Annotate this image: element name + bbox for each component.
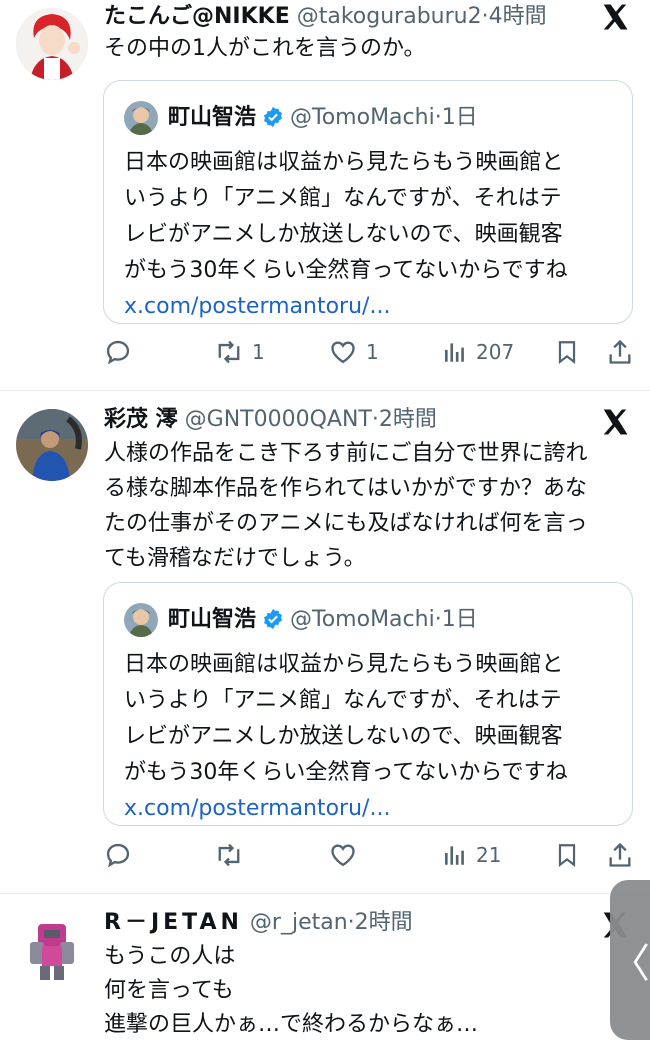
quote-display-name: 町山智浩 <box>168 607 257 632</box>
retweet-icon <box>218 340 240 364</box>
tweet-line: 何を言っても <box>104 978 234 1003</box>
quote-line: レビがアニメしか放送しないので、映画観客 <box>124 222 563 247</box>
separator-dot: · <box>434 607 442 632</box>
quote-text: 日本の映画館は収益から見たらもう映画館と いうより「アニメ館」なんですが、それは… <box>124 647 614 827</box>
quote-avatar <box>124 603 158 637</box>
quote-line: がもう30年くらい全然育ってないからですね <box>124 760 568 785</box>
avatar[interactable] <box>16 8 88 80</box>
avatar-image <box>16 912 88 984</box>
quote-line: 日本の映画館は収益から見たらもう映画館と <box>124 652 564 677</box>
quote-header: 町山智浩 @TomoMachi·1日 <box>168 101 478 135</box>
action-bar: 1 1 207 <box>104 334 634 370</box>
tweet-1[interactable]: たこんご@NIKKE @takoguraburu2·4時間 その中の1人がこれを… <box>0 0 650 388</box>
views-chart-icon <box>445 846 464 865</box>
quote-timestamp: 1日 <box>441 105 478 130</box>
display-name[interactable]: たこんご@NIKKE <box>104 4 290 29</box>
quote-line: いうより「アニメ館」なんですが、それはテ <box>124 186 562 211</box>
quote-avatar <box>124 101 158 135</box>
like-button[interactable] <box>328 837 358 873</box>
retweet-icon <box>218 843 240 867</box>
tweet-header: たこんご@NIKKE @takoguraburu2·4時間 <box>104 0 547 34</box>
tweet-line: 進撃の巨人かぁ…で終わるからなぁ… <box>104 1012 479 1037</box>
quote-text: 日本の映画館は収益から見たらもう映画館と いうより「アニメ館」なんですが、それは… <box>124 145 614 325</box>
user-handle[interactable]: @GNT0000QANT <box>185 407 372 432</box>
share-icon <box>609 339 631 364</box>
tweet-line: る様な脚本作品を作られてはいかがですか？あな <box>104 476 587 501</box>
tweet-line: ても滑稽なだけでしょう。 <box>104 546 366 571</box>
quote-handle: @TomoMachi <box>290 607 435 632</box>
bookmark-icon <box>558 341 576 364</box>
views-chart-icon <box>445 343 464 362</box>
separator-dot: · <box>347 910 355 935</box>
quote-display-name: 町山智浩 <box>168 105 257 130</box>
reply-button[interactable] <box>104 334 132 370</box>
display-name[interactable]: 彩茂 澪 <box>104 407 178 432</box>
bookmark-icon <box>558 844 576 867</box>
views-count: 21 <box>476 843 502 867</box>
quote-header: 町山智浩 @TomoMachi·1日 <box>168 603 478 637</box>
tweet-2[interactable]: 彩茂 澪 @GNT0000QANT·2時間 人様の作品をこき下ろす前にご自分で世… <box>0 391 650 891</box>
quote-avatar-image <box>124 101 158 135</box>
bookmark-button[interactable] <box>554 837 580 873</box>
tweet-text: 人様の作品をこき下ろす前にご自分で世界に誇れ る様な脚本作品を作られてはいかがで… <box>104 436 624 576</box>
separator-dot: · <box>434 105 442 130</box>
tweet-header: R－JETAN @r_jetan·2時間 <box>104 906 413 940</box>
like-button[interactable]: 1 <box>328 334 379 370</box>
tweet-line: もうこの人は <box>104 944 236 969</box>
chevron-left-icon: 〈 <box>610 941 650 987</box>
views-button[interactable]: 207 <box>442 334 514 370</box>
reply-button[interactable] <box>104 837 132 873</box>
quote-timestamp: 1日 <box>441 607 478 632</box>
reply-icon <box>106 340 130 365</box>
heart-icon <box>331 341 355 364</box>
avatar-image <box>16 8 88 80</box>
x-logo-icon[interactable] <box>600 2 630 32</box>
share-button[interactable] <box>606 334 634 370</box>
retweet-button[interactable] <box>214 837 244 873</box>
separator-dot: · <box>371 407 379 432</box>
timestamp[interactable]: 2時間 <box>355 910 413 935</box>
bookmark-button[interactable] <box>554 334 580 370</box>
views-count: 207 <box>476 340 515 364</box>
verified-badge-icon <box>264 106 282 128</box>
avatar[interactable] <box>16 409 88 481</box>
action-bar: 21 <box>104 837 634 873</box>
tweet-text: もうこの人は 何を言っても 進撃の巨人かぁ…で終わるからなぁ… <box>104 940 624 1042</box>
quoted-tweet[interactable]: 町山智浩 @TomoMachi·1日 日本の映画館は収益から見たらもう映画館と い… <box>103 582 633 826</box>
quote-link[interactable]: x.com/postermantoru/... <box>124 791 614 827</box>
verified-badge-icon <box>264 608 282 630</box>
quote-line: レビがアニメしか放送しないので、映画観客 <box>124 724 563 749</box>
tweet-3[interactable]: R－JETAN @r_jetan·2時間 もうこの人は 何を言っても 進撃の巨人… <box>0 894 650 1043</box>
retweet-count: 1 <box>252 340 265 364</box>
share-icon <box>609 842 631 867</box>
tweet-header: 彩茂 澪 @GNT0000QANT·2時間 <box>104 403 437 437</box>
display-name[interactable]: R－JETAN <box>104 910 243 935</box>
views-button[interactable]: 21 <box>442 837 501 873</box>
tweet-line: 人様の作品をこき下ろす前にご自分で世界に誇れ <box>104 441 588 466</box>
timestamp[interactable]: 2時間 <box>379 407 437 432</box>
retweet-button[interactable]: 1 <box>214 334 265 370</box>
user-handle[interactable]: @takoguraburu2 <box>297 4 482 29</box>
tweet-text: その中の1人がこれを言うのか。 <box>104 36 426 61</box>
quote-line: 日本の映画館は収益から見たらもう映画館と <box>124 150 564 175</box>
x-logo-icon[interactable] <box>600 407 630 437</box>
avatar[interactable] <box>16 912 88 984</box>
quote-line: がもう30年くらい全然育ってないからですね <box>124 258 568 283</box>
separator-dot: · <box>481 4 489 29</box>
quote-avatar-image <box>124 603 158 637</box>
side-panel-handle[interactable]: 〈 <box>610 880 650 1040</box>
quote-handle: @TomoMachi <box>290 105 435 130</box>
reply-icon <box>106 843 130 868</box>
avatar-image <box>16 409 88 481</box>
share-button[interactable] <box>606 837 634 873</box>
quoted-tweet[interactable]: 町山智浩 @TomoMachi·1日 日本の映画館は収益から見たらもう映画館と い… <box>103 80 633 324</box>
user-handle[interactable]: @r_jetan <box>250 910 348 935</box>
timestamp[interactable]: 4時間 <box>489 4 547 29</box>
heart-icon <box>331 844 355 867</box>
like-count: 1 <box>366 340 379 364</box>
tweet-line: たの仕事がそのアニメにも及ばなければ何を言っ <box>104 511 588 536</box>
quote-link[interactable]: x.com/postermantoru/... <box>124 289 614 325</box>
quote-line: いうより「アニメ館」なんですが、それはテ <box>124 688 562 713</box>
